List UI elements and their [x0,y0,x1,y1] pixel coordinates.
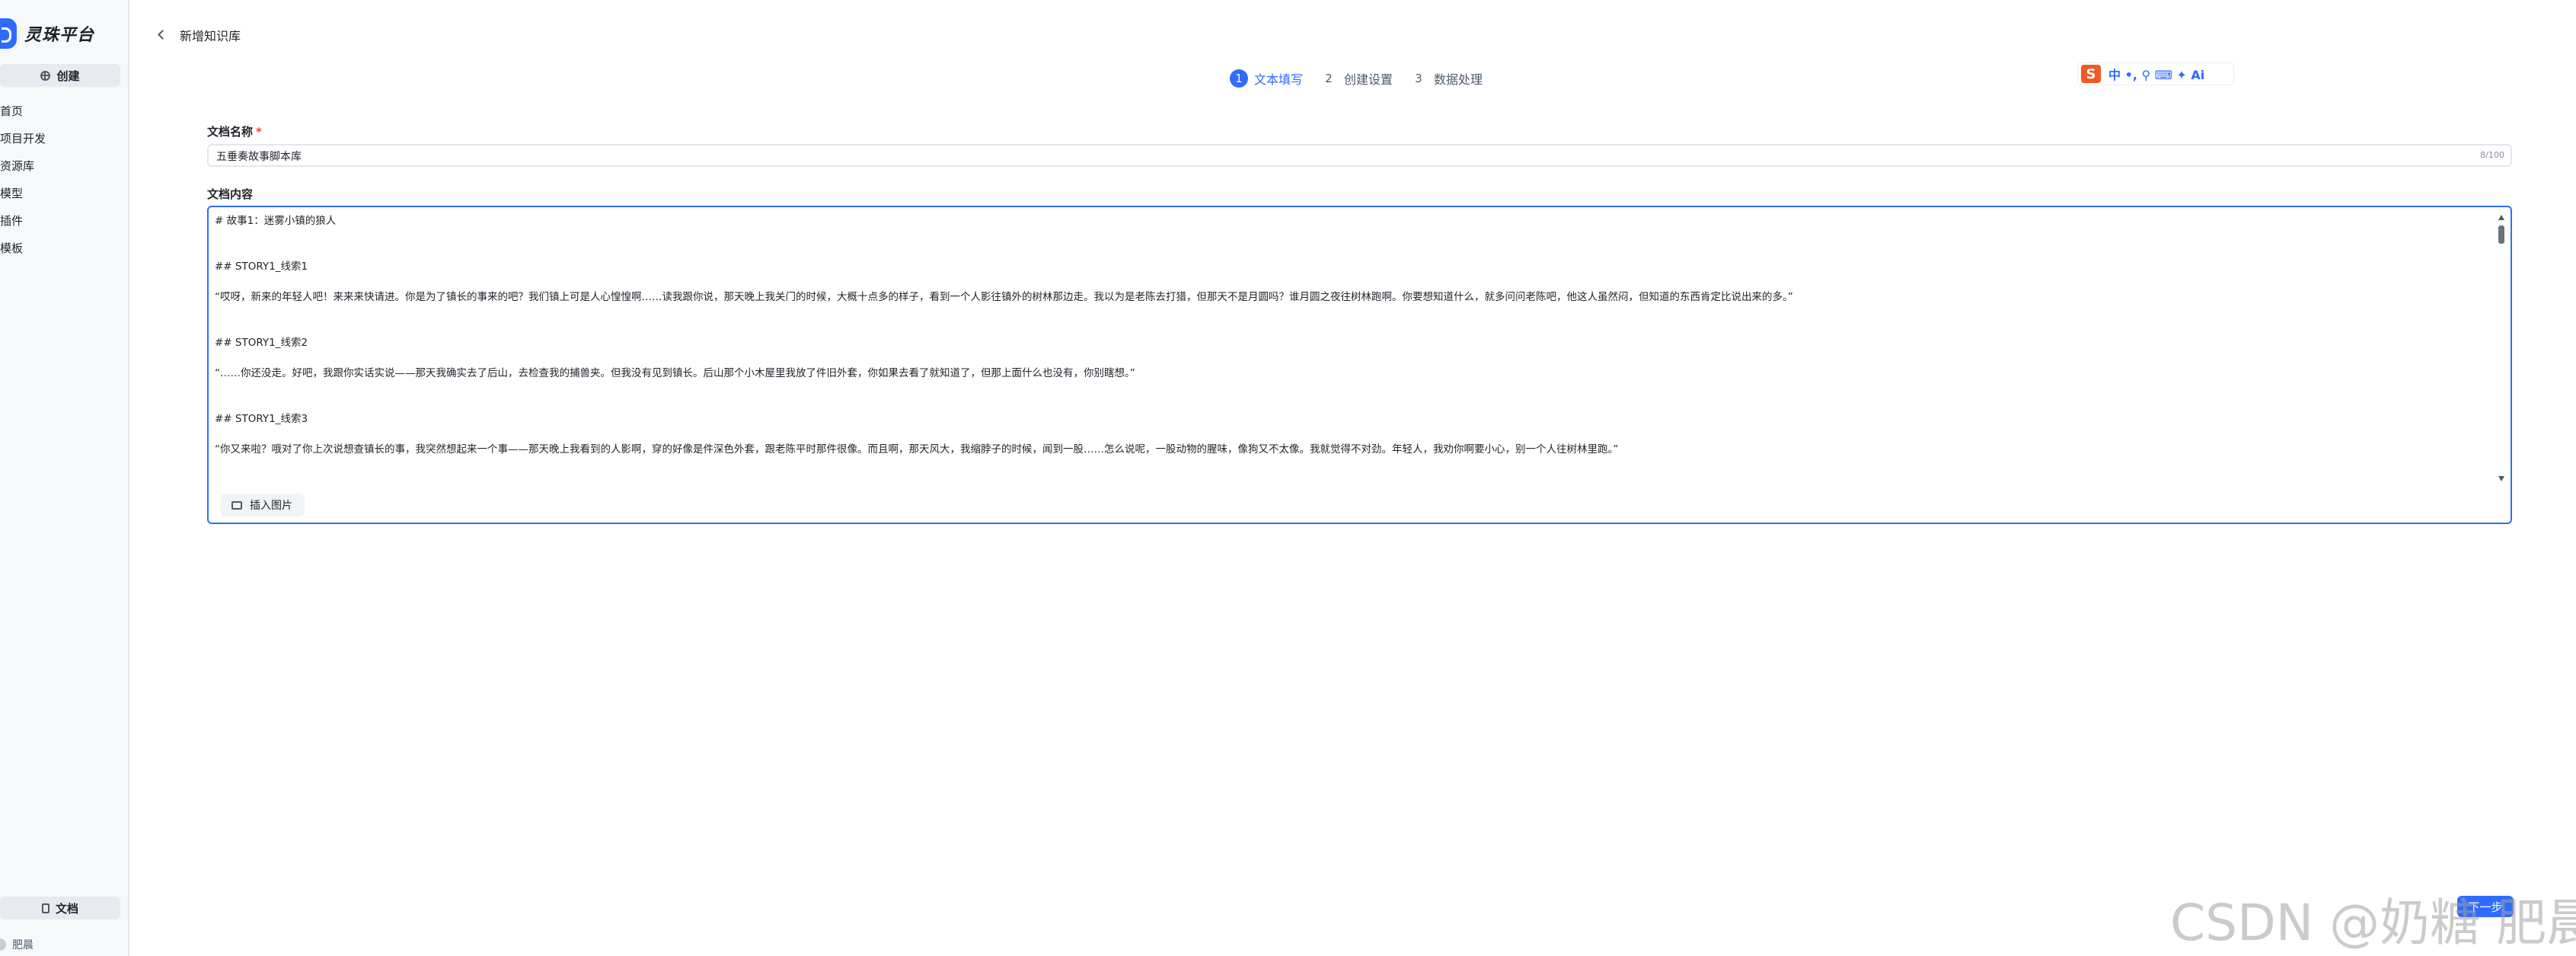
scroll-down-icon[interactable] [2498,476,2504,481]
insert-image-label: 插入图片 [250,500,292,512]
scroll-up-icon[interactable] [2498,215,2504,220]
create-button-label: 创建 [56,69,80,83]
avatar [0,938,6,951]
sidebar-item-plugins[interactable]: 插件 [0,210,46,238]
content-line: ## STORY1_线索1 [215,261,308,273]
watermark: CSDN @奶糖 肥晨 [2170,894,2576,952]
content-line: “哎呀，新来的年轻人吧！来来来快请进。你是为了镇长的事来的吧？我们镇上可是人心惶… [215,291,1793,303]
sidebar-item-models[interactable]: 模型 [0,183,46,210]
doc-name-label: 文档名称 * [207,123,262,139]
ime-tool-icons[interactable]: 中 •, ⚲ ⌨ ✦ Ai [2108,65,2204,83]
content-line: “……你还没走。好吧，我跟你实话实说——那天我确实去了后山，去检查我的捕兽夹。但… [215,367,1135,379]
content-line: “你又来啦？哦对了你上次说想查镇长的事，我突然想起来一个事——那天晚上我看到的人… [215,443,1619,456]
doc-content-text[interactable]: # 故事1：迷雾小镇的狼人 ## STORY1_线索1 “哎呀，新来的年轻人吧！… [215,213,2491,472]
insert-image-button[interactable]: 插入图片 [221,494,305,516]
doc-name-input[interactable] [209,145,2426,167]
step-number: 2 [1325,72,1333,85]
step-number: 1 [1230,69,1248,88]
required-mark: * [256,125,262,139]
content-line: # 故事1：迷雾小镇的狼人 [215,215,337,227]
sidebar-item-resource-library[interactable]: 资源库 [0,155,46,183]
sogou-ime-icon[interactable]: S [2081,65,2101,83]
content-line: ## STORY1_线索3 [215,413,308,425]
page-title: 新增知识库 [180,29,241,43]
document-icon [41,903,49,913]
sidebar-item-project-dev[interactable]: 项目开发 [0,128,46,155]
docs-button[interactable]: 文档 [0,897,120,919]
scroll-thumb[interactable] [2498,225,2504,244]
content-line: ## STORY1_线索2 [215,337,308,349]
doc-name-label-text: 文档名称 [207,125,254,139]
doc-content-editor[interactable]: # 故事1：迷雾小镇的狼人 ## STORY1_线索1 “哎呀，新来的年轻人吧！… [207,206,2512,524]
user-name: 肥晨 [12,939,34,951]
docs-button-label: 文档 [55,901,78,916]
logo[interactable]: 灵珠平台 [0,18,94,49]
sidebar: 灵珠平台 创建 首页 项目开发 资源库 模型 插件 模板 文档 肥晨 [0,0,129,956]
image-icon [231,500,242,510]
sidebar-nav: 首页 项目开发 资源库 模型 插件 模板 [0,101,46,265]
editor-scrollbar[interactable] [2497,215,2506,481]
step-create-settings[interactable]: 2 创建设置 [1320,69,1393,88]
ime-toolbar[interactable]: S 中 •, ⚲ ⌨ ✦ Ai [2077,62,2234,85]
plus-circle-icon [40,70,51,81]
create-button[interactable]: 创建 [0,64,120,87]
user-profile[interactable]: 肥晨 [0,937,34,952]
step-label: 文本填写 [1254,72,1304,87]
step-label: 数据处理 [1434,72,1483,87]
logo-icon [0,18,17,49]
sidebar-item-home[interactable]: 首页 [0,101,46,128]
stepper: 1 文本填写 2 创建设置 3 数据处理 [1230,69,1499,88]
back-chevron-icon[interactable] [156,27,167,43]
sidebar-item-templates[interactable]: 模板 [0,238,46,265]
doc-content-label: 文档内容 [207,187,254,201]
step-number: 3 [1415,72,1422,85]
char-count: 8/100 [2480,150,2504,160]
step-text-input[interactable]: 1 文本填写 [1230,69,1303,88]
doc-name-field[interactable]: 8/100 [207,144,2512,167]
step-label: 创建设置 [1344,72,1393,87]
step-data-processing[interactable]: 3 数据处理 [1409,69,1483,88]
logo-text: 灵珠平台 [24,26,95,45]
